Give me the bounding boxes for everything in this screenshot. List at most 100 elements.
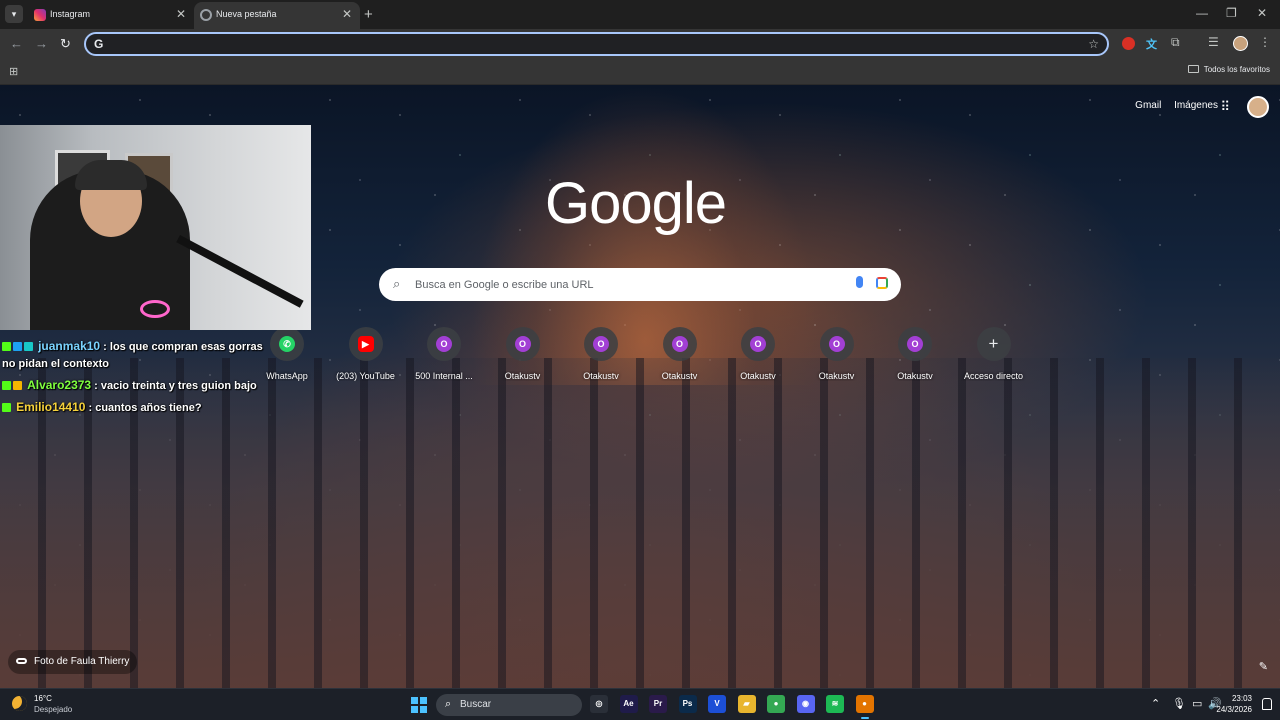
- otakustv-icon: O: [593, 336, 609, 352]
- back-button[interactable]: ←: [10, 36, 23, 51]
- search-icon: ⌕: [445, 698, 452, 710]
- shortcut-tile[interactable]: O Otakustv: [719, 325, 797, 385]
- clock-time[interactable]: 23:03: [1232, 694, 1252, 703]
- after-effects-app-icon[interactable]: Ae: [619, 695, 638, 713]
- bookmark-star-icon[interactable]: ☆: [1088, 37, 1099, 51]
- shortcut-tile[interactable]: O Otakustv: [484, 325, 562, 385]
- voice-search-icon[interactable]: [856, 276, 863, 288]
- address-bar[interactable]: G ☆: [84, 32, 1109, 56]
- ntp-search-input[interactable]: [415, 276, 835, 293]
- minimize-button[interactable]: —: [1196, 6, 1208, 20]
- images-link[interactable]: Imágenes: [1174, 100, 1218, 111]
- tab-new-tab[interactable]: Nueva pestaña ✕: [194, 2, 360, 29]
- google-apps-icon[interactable]: ⠿: [1220, 99, 1230, 115]
- shortcut-icon-bg: ✆: [270, 327, 304, 361]
- address-input[interactable]: [112, 37, 1072, 52]
- extensions-puzzle-icon[interactable]: ⧉: [1171, 35, 1184, 49]
- chat-message: juanmak10 : los que compran esas gorras …: [2, 338, 272, 373]
- chrome-menu-icon[interactable]: ⋮: [1259, 35, 1272, 49]
- steam-app-icon[interactable]: ◎: [590, 695, 608, 713]
- shortcut-tile[interactable]: O 500 Internal ...: [405, 325, 483, 385]
- network-icon[interactable]: ▭: [1192, 697, 1202, 710]
- file-explorer-app-icon[interactable]: ▰: [737, 695, 756, 713]
- kick-badge-icon: [2, 342, 11, 351]
- bookmarks-bar: ⊞ Todos los favoritos: [0, 58, 1280, 85]
- shortcut-tile[interactable]: O Otakustv: [562, 325, 640, 385]
- taskbar-search[interactable]: ⌕ Buscar: [436, 694, 582, 716]
- kick-badge-icon: [2, 403, 11, 412]
- tab-search-button[interactable]: ▾: [5, 5, 23, 23]
- chat-text: : los que compran esas gorras: [100, 341, 263, 353]
- webcam-overlay: [0, 125, 311, 330]
- account-avatar[interactable]: [1247, 96, 1269, 118]
- chrome-canary-app-icon[interactable]: ●: [855, 695, 874, 719]
- microphone-arm: [176, 235, 304, 308]
- show-hidden-icons-icon[interactable]: ⌃: [1151, 697, 1160, 710]
- chat-message: Emilio14410 : cuantos años tiene?: [2, 399, 272, 417]
- chat-message: Alvaro2373 : vacio treinta y tres guion …: [2, 377, 272, 395]
- kick-badge-icon: [2, 381, 11, 390]
- close-icon[interactable]: ✕: [176, 7, 186, 21]
- clock-date[interactable]: 24/3/2026: [1216, 705, 1252, 714]
- shortcut-tile[interactable]: + Acceso directo: [955, 325, 1033, 385]
- weather-description[interactable]: Despejado: [34, 705, 72, 714]
- chrome-app-icon[interactable]: ●: [767, 695, 785, 713]
- taskbar-search-label: Buscar: [460, 699, 492, 710]
- close-window-button[interactable]: ✕: [1257, 6, 1267, 20]
- forward-button[interactable]: →: [35, 36, 48, 51]
- ntp-search-box[interactable]: ⌕: [379, 268, 901, 301]
- weather-moon-icon[interactable]: [12, 696, 27, 711]
- google-logo: Google: [545, 171, 727, 236]
- tab-title: Instagram: [50, 9, 91, 19]
- discord-app-icon[interactable]: ◉: [796, 695, 815, 713]
- browser-toolbar: ← → ↻ G ☆ 文 ⧉ ☰ ⋮: [0, 29, 1280, 58]
- verified-badge-icon: [13, 342, 22, 351]
- reload-button[interactable]: ↻: [60, 36, 71, 52]
- gmail-link[interactable]: Gmail: [1135, 100, 1161, 111]
- photoshop-app-icon[interactable]: Ps: [678, 695, 697, 713]
- restore-button[interactable]: ❐: [1226, 6, 1237, 20]
- shortcut-icon-bg: O: [898, 327, 932, 361]
- otakustv-icon: O: [514, 336, 531, 352]
- shortcut-tile[interactable]: O Otakustv: [876, 325, 954, 385]
- notification-bell-icon[interactable]: [1262, 698, 1272, 710]
- shortcut-label: Otakustv: [897, 371, 933, 381]
- chat-text: : vacio treinta y tres guion bajo: [91, 380, 257, 392]
- shortcut-label: Otakustv: [740, 371, 776, 381]
- otakustv-icon: O: [671, 336, 688, 352]
- tab-instagram[interactable]: Instagram ✕: [28, 2, 194, 29]
- shortcut-icon-bg: O: [584, 327, 618, 361]
- shortcut-label: Otakustv: [583, 371, 619, 381]
- shortcut-icon-bg: +: [976, 327, 1011, 361]
- otakustv-icon: O: [828, 336, 845, 352]
- shortcut-icon-bg: O: [662, 327, 697, 361]
- new-tab-button[interactable]: +: [364, 6, 373, 23]
- all-bookmarks-button[interactable]: Todos los favoritos: [1187, 65, 1270, 74]
- chat-username: Emilio14410: [16, 400, 86, 414]
- google-lens-icon[interactable]: [876, 277, 888, 289]
- shortcut-tile[interactable]: ▶ (203) YouTube: [327, 325, 405, 385]
- microphone-icon[interactable]: 🎙: [1172, 697, 1186, 710]
- weather-temperature[interactable]: 16°C: [34, 694, 52, 703]
- extension-translate-icon[interactable]: 文: [1146, 36, 1159, 51]
- chat-text-continued: no pidan el contexto: [2, 358, 109, 370]
- customize-pencil-icon[interactable]: ✎: [1259, 660, 1268, 673]
- premiere-app-icon[interactable]: Pr: [649, 695, 667, 713]
- streamer-cap: [75, 160, 147, 190]
- close-icon[interactable]: ✕: [342, 7, 352, 21]
- extension-red-icon[interactable]: [1122, 37, 1135, 50]
- otakustv-icon: O: [436, 336, 452, 352]
- media-control-icon[interactable]: ☰: [1208, 35, 1221, 49]
- google-g-icon: G: [94, 37, 104, 51]
- rgb-light: [140, 300, 170, 318]
- shortcut-icon-bg: O: [741, 327, 775, 361]
- shortcut-tile[interactable]: O Otakustv: [798, 325, 876, 385]
- shortcut-tile[interactable]: O Otakustv: [641, 325, 719, 385]
- windows-start-icon[interactable]: [411, 697, 427, 713]
- link-icon: [16, 658, 27, 664]
- profile-avatar[interactable]: [1233, 36, 1248, 51]
- apps-grid-icon[interactable]: ⊞: [9, 65, 18, 78]
- vegas-app-icon[interactable]: V: [708, 695, 726, 713]
- spotify-app-icon[interactable]: ≋: [826, 695, 844, 713]
- photo-credit-link[interactable]: Foto de Faula Thierry: [8, 650, 138, 674]
